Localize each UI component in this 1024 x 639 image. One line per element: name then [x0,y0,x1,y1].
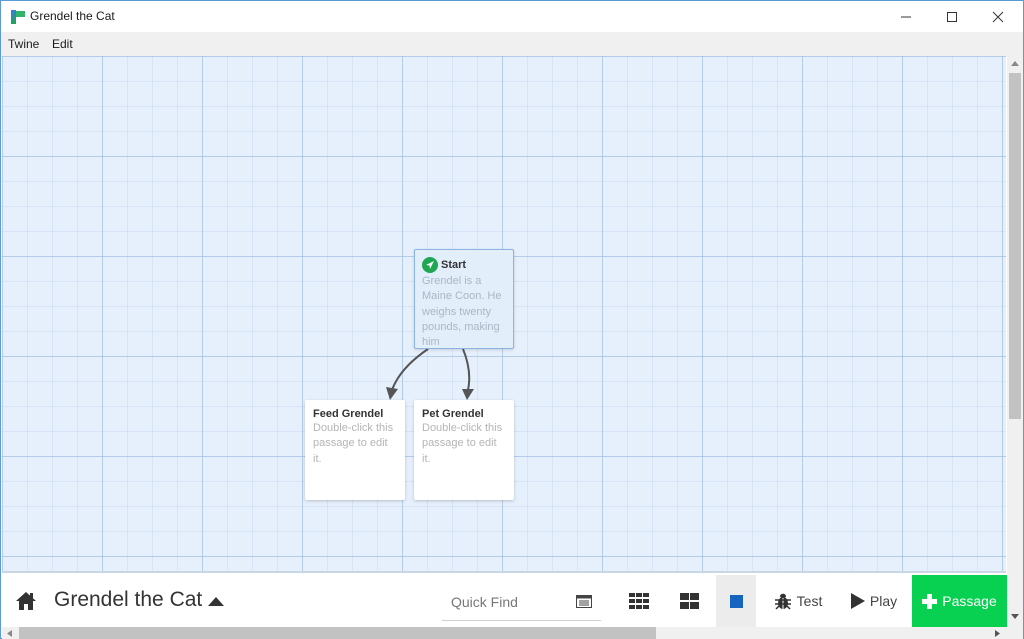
story-map-canvas[interactable]: Start Grendel is a Maine Coon. He weighs… [2,56,1006,573]
scroll-down-icon[interactable] [1011,614,1019,619]
window-title: Grendel the Cat [30,9,115,23]
story-toolbar: Grendel the Cat Quick Find Test Play Pas… [2,575,1007,627]
passage-excerpt: Grendel is a Maine Coon. He weighs twent… [422,275,502,349]
zoom-large-button[interactable] [716,575,756,627]
maximize-button[interactable] [929,1,975,32]
details-icon [576,594,592,608]
link-arrowhead [386,387,398,400]
maximize-icon [947,11,957,22]
story-details-button[interactable] [568,575,600,627]
passage-label: Passage [942,593,997,609]
test-label: Test [796,593,823,609]
passage-feed-grendel[interactable]: Feed Grendel Double-click this passage t… [305,400,405,500]
test-button[interactable]: Test [762,575,834,627]
grid-9-icon [629,593,649,609]
scroll-right-icon[interactable] [995,630,1000,637]
scrollbar-corner [1007,627,1023,639]
zoom-small-button[interactable] [619,575,659,627]
title-bar: Grendel the Cat [1,1,1023,32]
play-icon [850,593,865,609]
menu-twine[interactable]: Twine [8,37,39,51]
passage-start[interactable]: Start Grendel is a Maine Coon. He weighs… [414,249,514,349]
zoom-medium-button[interactable] [669,575,709,627]
passage-title: Start [441,259,467,271]
bug-icon [774,593,791,610]
vertical-scrollbar-thumb[interactable] [1009,73,1021,419]
horizontal-scrollbar-thumb[interactable] [19,627,656,639]
menu-bar: Twine Edit [1,32,1023,56]
passage-title: Feed Grendel [313,408,384,420]
passage-pet-grendel[interactable]: Pet Grendel Double-click this passage to… [414,400,514,500]
rocket-icon [422,257,438,273]
twine-logo-icon [11,10,25,24]
square-icon [729,594,743,608]
story-menu-button[interactable]: Grendel the Cat [54,588,225,612]
scroll-up-icon[interactable] [1011,61,1019,66]
close-button[interactable] [975,1,1021,32]
passage-title: Pet Grendel [422,408,484,420]
vertical-scrollbar[interactable] [1007,56,1023,627]
plus-icon [922,593,938,609]
home-icon[interactable] [15,591,37,611]
minimize-icon [901,16,911,17]
story-title: Grendel the Cat [54,588,203,611]
play-button[interactable]: Play [840,575,908,627]
passage-excerpt: Double-click this passage to edit it. [313,422,394,465]
minimize-button[interactable] [883,1,929,32]
caret-up-icon [208,596,225,606]
play-label: Play [869,593,898,609]
grid-4-icon [679,593,699,609]
passage-excerpt: Double-click this passage to edit it. [422,422,503,465]
new-passage-button[interactable]: Passage [912,575,1007,627]
scroll-left-icon[interactable] [7,630,12,637]
link-start-to-feed-grendel [391,348,429,391]
menu-edit[interactable]: Edit [52,37,73,51]
link-start-to-pet-grendel [462,348,471,391]
app-window: Grendel the Cat Twine Edit Start Grendel… [0,0,1024,639]
close-icon [992,11,1004,22]
horizontal-scrollbar[interactable] [2,627,1007,639]
link-arrowhead [462,389,474,400]
